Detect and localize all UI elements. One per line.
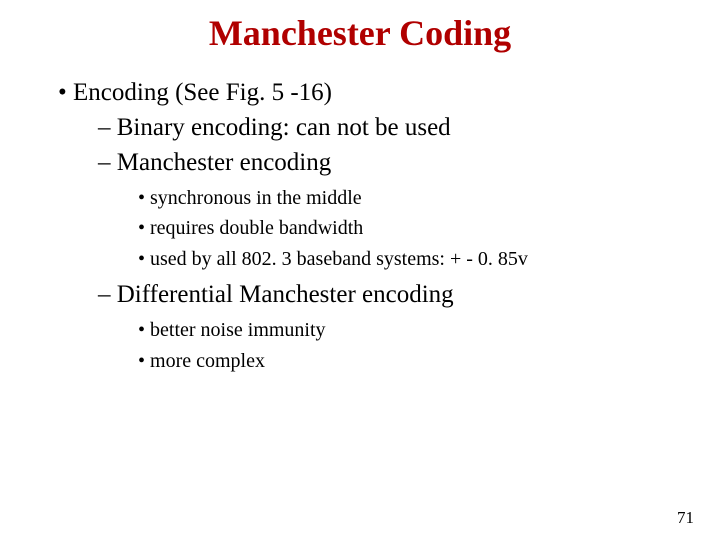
bullet-text: better noise immunity xyxy=(150,319,326,341)
bullet-level2: Manchester encoding xyxy=(98,146,720,179)
slide-title: Manchester Coding xyxy=(0,12,720,54)
bullet-level3: requires double bandwidth xyxy=(138,215,720,241)
bullet-level3: better noise immunity xyxy=(138,317,720,343)
bullet-text: Encoding (See Fig. 5 -16) xyxy=(73,79,332,106)
slide-body: Encoding (See Fig. 5 -16) Binary encodin… xyxy=(58,76,720,374)
bullet-text: Differential Manchester encoding xyxy=(117,281,454,308)
bullet-text: more complex xyxy=(150,350,265,372)
bullet-level2: Binary encoding: can not be used xyxy=(98,111,720,144)
bullet-level3: used by all 802. 3 baseband systems: + -… xyxy=(138,246,720,272)
bullet-level2: Differential Manchester encoding xyxy=(98,278,720,311)
bullet-text: Binary encoding: can not be used xyxy=(117,114,451,141)
bullet-level3: more complex xyxy=(138,348,720,374)
bullet-text: synchronous in the middle xyxy=(150,187,362,209)
bullet-text: used by all 802. 3 baseband systems: + -… xyxy=(150,248,528,270)
bullet-text: Manchester encoding xyxy=(117,149,332,176)
slide: Manchester Coding Encoding (See Fig. 5 -… xyxy=(0,12,720,552)
bullet-level1: Encoding (See Fig. 5 -16) xyxy=(58,76,720,109)
bullet-text: requires double bandwidth xyxy=(150,217,363,239)
bullet-level3-group: better noise immunity more complex xyxy=(138,317,720,374)
page-number: 71 xyxy=(677,508,694,528)
bullet-level3: synchronous in the middle xyxy=(138,185,720,211)
bullet-level3-group: synchronous in the middle requires doubl… xyxy=(138,185,720,272)
